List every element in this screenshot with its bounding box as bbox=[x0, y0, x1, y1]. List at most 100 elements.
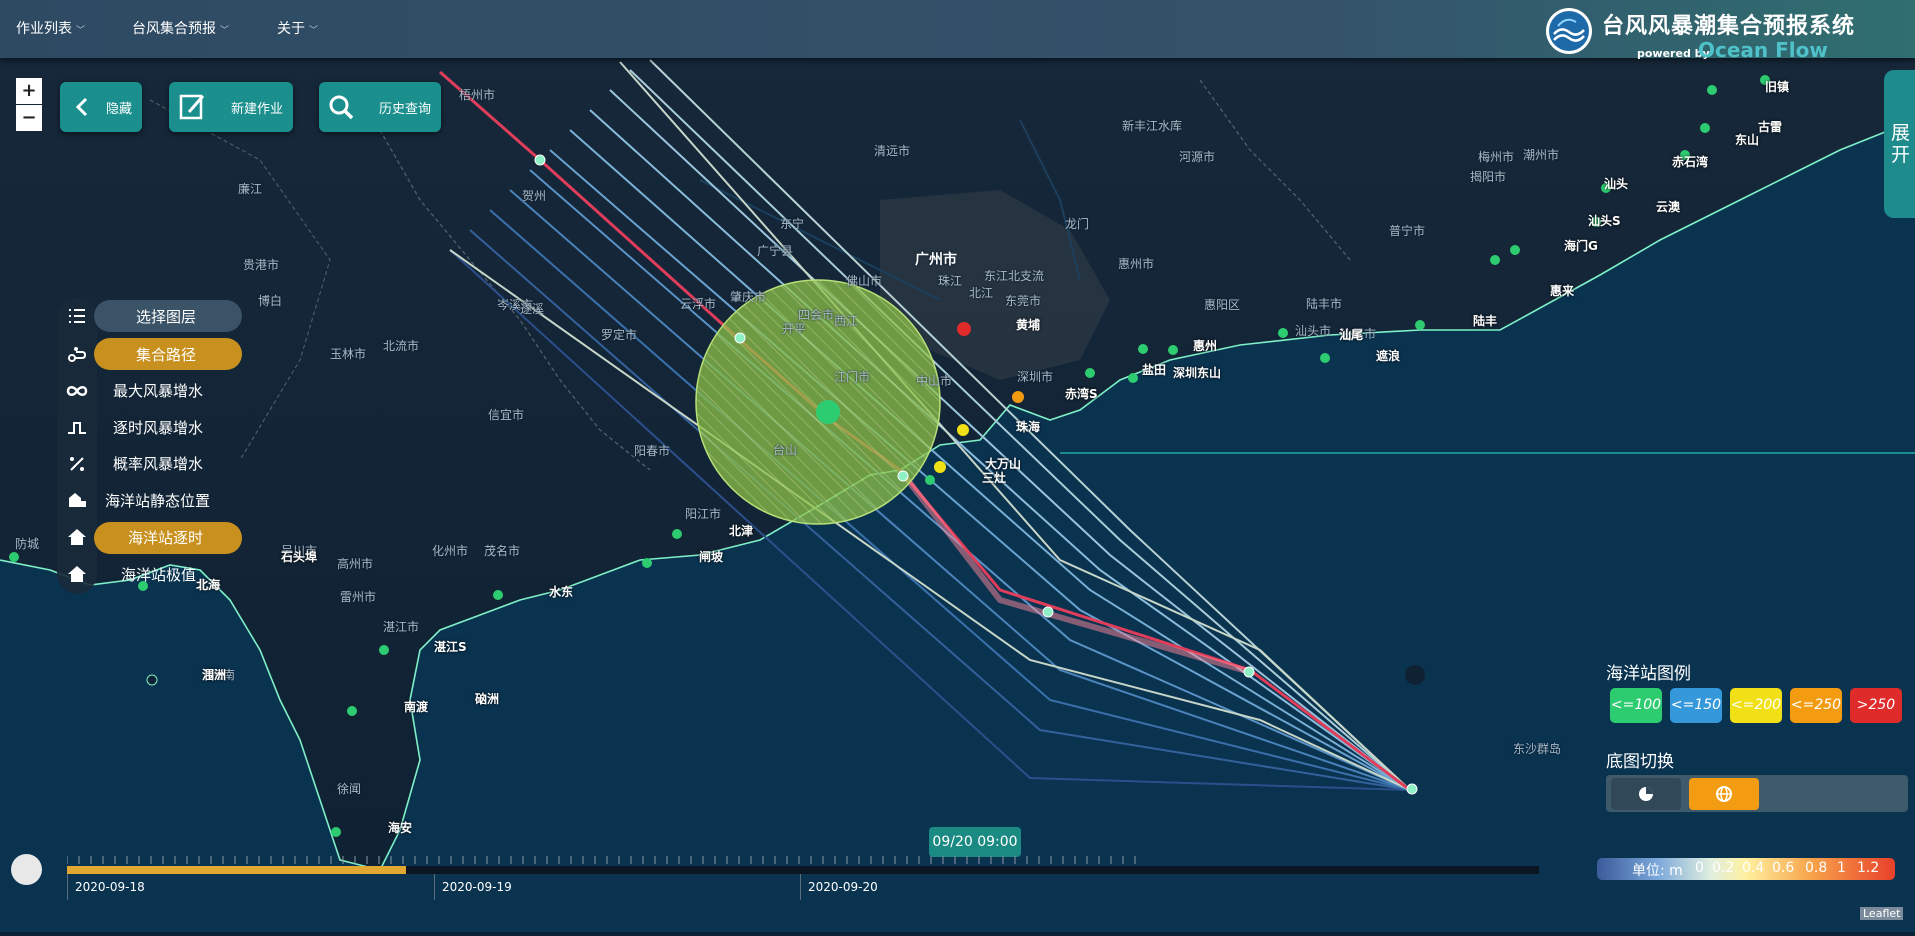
station-label: 盐田 bbox=[1142, 363, 1167, 377]
current-time-badge: 09/20 09:00 bbox=[929, 827, 1021, 857]
place-label: 雷州市 bbox=[340, 590, 377, 604]
station-label: 遮浪 bbox=[1376, 349, 1401, 363]
place-label: 梅州市 bbox=[1478, 150, 1515, 164]
place-label: 博白 bbox=[258, 294, 283, 308]
timeline-day-separator bbox=[800, 874, 801, 900]
list-icon bbox=[69, 309, 85, 323]
chevron-down-icon: ﹀ bbox=[76, 26, 86, 36]
route-icon bbox=[68, 347, 87, 362]
scale-tick: 0.6 bbox=[1772, 860, 1795, 876]
nav-about[interactable]: 关于 ﹀ bbox=[277, 18, 318, 38]
scale-unit: 单位: m bbox=[1632, 863, 1683, 879]
play-button[interactable] bbox=[11, 854, 42, 885]
station-label: 陆丰 bbox=[1473, 314, 1498, 328]
station-label: 北津 bbox=[729, 524, 754, 538]
chevron-down-icon: ﹀ bbox=[309, 26, 319, 36]
nav-ensemble-forecast-label: 台风集合预报 bbox=[132, 21, 216, 37]
infinity-icon bbox=[66, 386, 88, 396]
layer-hourly-surge[interactable]: 逐时风暴增水 bbox=[113, 417, 203, 438]
timeline-date: 2020-09-19 bbox=[442, 880, 512, 894]
chevron-down-icon: ﹀ bbox=[220, 26, 230, 36]
place-label: 贵港市 bbox=[243, 258, 280, 272]
top-header: 作业列表 ﹀ 台风集合预报 ﹀ 关于 ﹀ 台风风暴潮集合预报系统 powered by… bbox=[0, 0, 1915, 62]
place-label: 阳江市 bbox=[685, 507, 722, 521]
layer-ensemble-track[interactable]: 集合路径 bbox=[136, 344, 196, 365]
place-label: 廉江 bbox=[238, 182, 263, 196]
legend-chip: <=250 bbox=[1790, 688, 1842, 723]
scale-tick: 0.8 bbox=[1805, 860, 1828, 876]
station-label: 珠海 bbox=[1016, 420, 1041, 434]
station-label: 赤石湾 bbox=[1672, 155, 1709, 169]
place-label: 中山市 bbox=[916, 374, 953, 388]
layer-station-static[interactable]: 海洋站静态位置 bbox=[105, 490, 210, 511]
place-label: 化州市 bbox=[432, 544, 469, 558]
station-label: 大万山 bbox=[985, 457, 1022, 471]
scale-tick: 0.4 bbox=[1742, 860, 1765, 876]
hide-button[interactable]: 隐藏 bbox=[60, 82, 142, 132]
station-label: 云澳 bbox=[1656, 200, 1681, 214]
edit-icon bbox=[179, 94, 205, 120]
home-icon bbox=[68, 529, 86, 545]
station-label: 南渡 bbox=[404, 700, 429, 714]
scale-tick: 0 bbox=[1695, 860, 1704, 876]
station-label: 惠来 bbox=[1550, 284, 1575, 298]
legend-chip: <=150 bbox=[1670, 688, 1722, 723]
scale-tick: 0.2 bbox=[1712, 860, 1735, 876]
place-label: 东莞市 bbox=[1005, 294, 1042, 308]
place-label: 西江 bbox=[834, 314, 859, 328]
place-label: 广宁县 bbox=[757, 244, 794, 258]
place-label: 东宁 bbox=[780, 217, 805, 231]
layer-probability-surge[interactable]: 概率风暴增水 bbox=[113, 453, 203, 474]
station-label: 涠洲 bbox=[202, 668, 227, 682]
powered-by-logo: Ocean Flow bbox=[1698, 38, 1828, 62]
place-label: 佛山市 bbox=[846, 274, 883, 288]
place-label: 信宜市 bbox=[488, 408, 525, 422]
new-job-button[interactable]: 新建作业 bbox=[169, 82, 293, 132]
leaflet-attribution[interactable]: Leaflet bbox=[1860, 907, 1904, 920]
place-label: 惠阳区 bbox=[1204, 298, 1241, 312]
place-label: 徐闻 bbox=[337, 782, 362, 796]
layer-select[interactable]: 选择图层 bbox=[136, 306, 196, 327]
scale-tick: 1 bbox=[1837, 860, 1846, 876]
place-label: 东江北支流 bbox=[984, 269, 1045, 283]
hide-button-label: 隐藏 bbox=[106, 102, 133, 117]
history-button[interactable]: 历史查询 bbox=[319, 82, 441, 132]
place-label: 梧州市 bbox=[459, 88, 496, 102]
station-label: 汕头 bbox=[1604, 177, 1629, 191]
timeline-day-separator bbox=[434, 874, 435, 900]
station-label: 海安 bbox=[388, 821, 413, 835]
timeline-progress bbox=[67, 866, 406, 874]
station-label: 古雷 bbox=[1758, 120, 1783, 134]
expand-panel-tab[interactable]: 展开 bbox=[1884, 70, 1915, 218]
layer-max-surge[interactable]: 最大风暴增水 bbox=[113, 380, 203, 401]
layer-station-extreme[interactable]: 海洋站极值 bbox=[121, 564, 196, 585]
chevron-left-icon bbox=[75, 97, 88, 117]
place-label: 肇庆市 bbox=[730, 290, 767, 304]
timeline-date: 2020-09-18 bbox=[75, 880, 145, 894]
station-icon bbox=[69, 493, 86, 507]
place-label: 揭阳市 bbox=[1470, 170, 1507, 184]
station-label: 湛江S bbox=[434, 640, 467, 654]
layer-station-hourly[interactable]: 海洋站逐时 bbox=[128, 527, 203, 548]
basemap-title: 底图切换 bbox=[1606, 752, 1674, 772]
place-label: 普宁市 bbox=[1389, 224, 1426, 238]
station-label: 深圳东山 bbox=[1173, 366, 1222, 380]
station-legend-title: 海洋站图例 bbox=[1606, 664, 1691, 684]
place-label: 阳春市 bbox=[634, 444, 671, 458]
station-label: 黄埔 bbox=[1016, 318, 1041, 332]
station-label: 石头埠 bbox=[281, 550, 318, 564]
search-icon bbox=[329, 95, 354, 120]
timeline-date: 2020-09-20 bbox=[808, 880, 878, 894]
basemap-satellite-button[interactable] bbox=[1689, 778, 1759, 810]
place-label: 潮州市 bbox=[1523, 148, 1560, 162]
zoom-out-button[interactable]: − bbox=[16, 105, 42, 131]
zoom-in-button[interactable]: + bbox=[16, 78, 42, 104]
nav-job-list[interactable]: 作业列表 ﹀ bbox=[16, 18, 85, 38]
brand-logo-icon bbox=[1546, 8, 1592, 54]
nav-ensemble-forecast[interactable]: 台风集合预报 ﹀ bbox=[132, 18, 229, 38]
place-label: 茂名市 bbox=[484, 544, 521, 558]
place-label: 龙门 bbox=[1065, 217, 1090, 231]
basemap-dark-button[interactable] bbox=[1611, 778, 1681, 810]
place-label: 清远市 bbox=[874, 144, 911, 158]
place-label: 贺州 bbox=[522, 189, 547, 203]
